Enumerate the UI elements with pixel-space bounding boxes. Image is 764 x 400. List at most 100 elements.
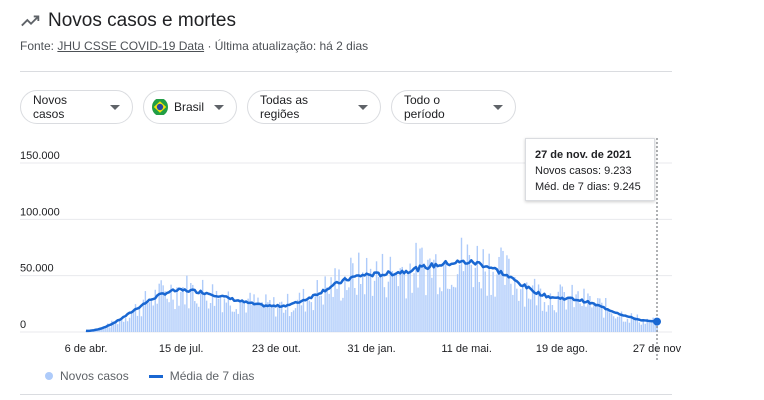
case-bar <box>551 305 554 332</box>
case-bar <box>444 261 447 332</box>
case-bar <box>188 308 190 332</box>
case-bar <box>401 266 403 332</box>
tooltip-date: 27 de nov. de 2021 <box>535 149 632 161</box>
case-bar <box>255 304 257 332</box>
case-bar <box>369 268 372 332</box>
case-bar <box>253 294 255 332</box>
tooltip-cases: Novos casos: 9.233 <box>535 165 632 177</box>
case-bar <box>591 307 593 332</box>
case-bar <box>223 298 226 332</box>
x-tick-label: 27 de nov <box>633 343 682 355</box>
case-bar <box>516 288 518 332</box>
case-bar <box>567 298 569 332</box>
footer-divider <box>20 394 672 395</box>
case-bar <box>354 287 356 332</box>
case-bar <box>130 312 133 332</box>
case-bar <box>211 284 214 332</box>
case-bar <box>581 305 583 332</box>
case-bar <box>622 321 625 332</box>
case-bar <box>431 277 433 332</box>
case-bar <box>462 271 465 332</box>
x-tick-label: 31 de jan. <box>347 343 395 355</box>
case-bar <box>383 287 386 332</box>
case-bar <box>198 306 200 332</box>
case-bar <box>164 291 166 332</box>
case-bar <box>456 274 459 332</box>
trending-up-icon <box>21 15 40 27</box>
case-bar <box>328 293 330 332</box>
x-tick-label: 19 de ago. <box>536 343 588 355</box>
case-bar <box>585 306 587 332</box>
case-bar <box>583 288 585 332</box>
case-bar <box>302 288 305 332</box>
case-bar <box>166 298 168 332</box>
case-bar <box>626 318 629 332</box>
case-bar <box>616 316 619 332</box>
case-bar <box>612 316 615 332</box>
case-bar <box>433 259 435 332</box>
case-bar <box>334 268 336 332</box>
legend-avg-swatch <box>148 374 163 378</box>
case-bar <box>217 298 220 332</box>
case-bar <box>271 305 273 332</box>
case-bar <box>610 313 613 332</box>
source-prefix: Fonte: <box>20 39 55 53</box>
case-bar <box>482 249 484 332</box>
case-bar <box>356 294 358 332</box>
case-bar <box>527 298 530 332</box>
case-bar <box>478 282 480 332</box>
case-bar <box>237 313 239 332</box>
case-bar <box>510 283 512 332</box>
case-bar <box>324 276 326 332</box>
country-dropdown[interactable]: Brasil <box>143 90 237 124</box>
case-bar <box>265 294 267 332</box>
hover-point <box>653 317 661 326</box>
case-bar <box>144 291 147 332</box>
case-bar <box>225 302 228 332</box>
case-bar <box>138 307 141 332</box>
case-bar <box>194 301 196 332</box>
case-bar <box>122 321 125 332</box>
case-bar <box>427 259 429 332</box>
case-bar <box>318 296 320 332</box>
x-tick-label: 23 de out. <box>252 343 301 355</box>
chart-y-axis: 0 50.000 100.000 150.000 <box>20 150 60 331</box>
region-dropdown[interactable]: Todas as regiões <box>247 90 381 124</box>
case-bar <box>221 312 224 332</box>
case-bar <box>443 264 445 332</box>
case-bar <box>569 296 571 332</box>
source-link[interactable]: JHU CSSE COVID-19 Data <box>57 39 204 53</box>
case-bar <box>273 297 275 332</box>
case-bar <box>363 294 366 332</box>
case-bar <box>595 303 597 332</box>
case-bar <box>241 300 243 332</box>
case-bar <box>126 321 129 332</box>
x-tick-label: 11 de mai. <box>441 343 492 355</box>
case-bar <box>245 312 247 332</box>
case-bar <box>458 264 461 332</box>
case-bar <box>476 245 479 332</box>
case-bar <box>571 284 573 332</box>
case-bar <box>365 257 368 332</box>
period-dropdown[interactable]: Todo o período <box>391 90 516 124</box>
case-bar <box>579 303 581 332</box>
brazil-flag-icon <box>152 99 168 115</box>
case-bar <box>452 286 455 332</box>
case-bar <box>587 293 589 332</box>
chart-x-axis: 6 de abr. 15 de jul. 23 de out. 31 de jan. 1… <box>65 343 682 355</box>
case-bar <box>282 312 285 332</box>
case-bar <box>308 300 311 332</box>
case-bar <box>146 303 149 332</box>
case-bar <box>524 306 526 332</box>
case-bar <box>304 311 307 332</box>
case-bar <box>360 283 362 332</box>
case-bar <box>377 276 380 332</box>
legend-cases-label: Novos casos <box>60 369 129 383</box>
case-bar <box>545 311 548 332</box>
updated-text: · Última atualização: há 2 dias <box>207 39 369 53</box>
case-bar <box>156 303 158 332</box>
case-bar <box>441 291 443 332</box>
metric-dropdown[interactable]: Novos casos <box>20 90 133 124</box>
case-bar <box>446 288 449 332</box>
case-bar <box>514 277 516 332</box>
